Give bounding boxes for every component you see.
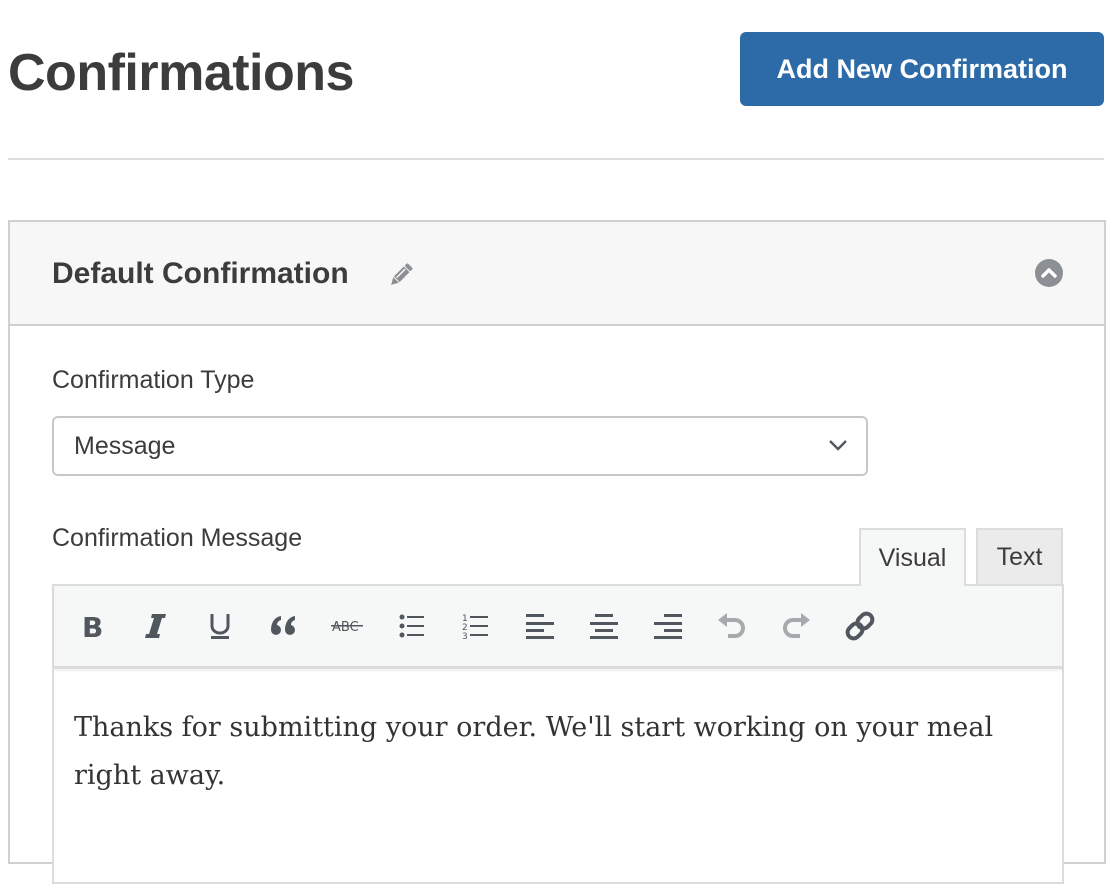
- chevron-down-icon: [828, 438, 848, 452]
- underline-icon: [210, 614, 230, 639]
- italic-icon: [145, 614, 166, 638]
- chevron-up-circle-icon[interactable]: [1034, 258, 1064, 288]
- svg-text:3: 3: [462, 632, 468, 640]
- bold-icon: B: [82, 612, 103, 640]
- italic-button[interactable]: [136, 606, 176, 646]
- header-divider: [8, 158, 1104, 160]
- quote-icon: [271, 616, 295, 635]
- confirmation-type-select[interactable]: Message: [52, 416, 868, 476]
- numbered-list-icon: 123: [462, 614, 488, 640]
- align-left-icon: [526, 614, 554, 639]
- svg-text:B: B: [82, 612, 103, 640]
- align-center-icon: [590, 614, 618, 639]
- message-editor: B ABC 123 Thanks for submitting your ord…: [52, 584, 1064, 884]
- blockquote-button[interactable]: [264, 606, 304, 646]
- default-confirmation-panel: Default Confirmation Confirmation Type M…: [8, 220, 1106, 884]
- panel-title: Default Confirmation: [52, 257, 349, 290]
- bold-button[interactable]: B: [72, 606, 112, 646]
- tab-visual[interactable]: Visual: [859, 528, 966, 586]
- bulleted-list-button[interactable]: [392, 606, 432, 646]
- page-title: Confirmations: [8, 44, 354, 102]
- link-icon: [845, 611, 875, 641]
- underline-button[interactable]: [200, 606, 240, 646]
- redo-button[interactable]: [776, 606, 816, 646]
- undo-icon: [718, 613, 745, 638]
- add-new-confirmation-button[interactable]: Add New Confirmation: [740, 32, 1104, 106]
- pencil-icon[interactable]: [386, 260, 416, 290]
- tab-text[interactable]: Text: [976, 528, 1063, 584]
- confirmation-type-label: Confirmation Type: [52, 366, 255, 394]
- align-center-button[interactable]: [584, 606, 624, 646]
- bullet-list-icon: [399, 614, 424, 638]
- align-right-icon: [654, 614, 682, 639]
- confirmation-message-label: Confirmation Message: [52, 524, 303, 552]
- numbered-list-button[interactable]: 123: [456, 606, 496, 646]
- editor-toolbar: B ABC 123: [54, 586, 1062, 669]
- insert-link-button[interactable]: [840, 606, 880, 646]
- panel-header: Default Confirmation: [10, 222, 1104, 326]
- strikethrough-icon: ABC: [331, 620, 363, 635]
- confirmation-type-value: Message: [74, 432, 176, 460]
- align-right-button[interactable]: [648, 606, 688, 646]
- strikethrough-button[interactable]: ABC: [328, 606, 368, 646]
- message-content[interactable]: Thanks for submitting your order. We'll …: [74, 704, 1044, 800]
- undo-button[interactable]: [712, 606, 752, 646]
- svg-text:ABC: ABC: [332, 620, 359, 635]
- align-left-button[interactable]: [520, 606, 560, 646]
- redo-icon: [783, 613, 810, 638]
